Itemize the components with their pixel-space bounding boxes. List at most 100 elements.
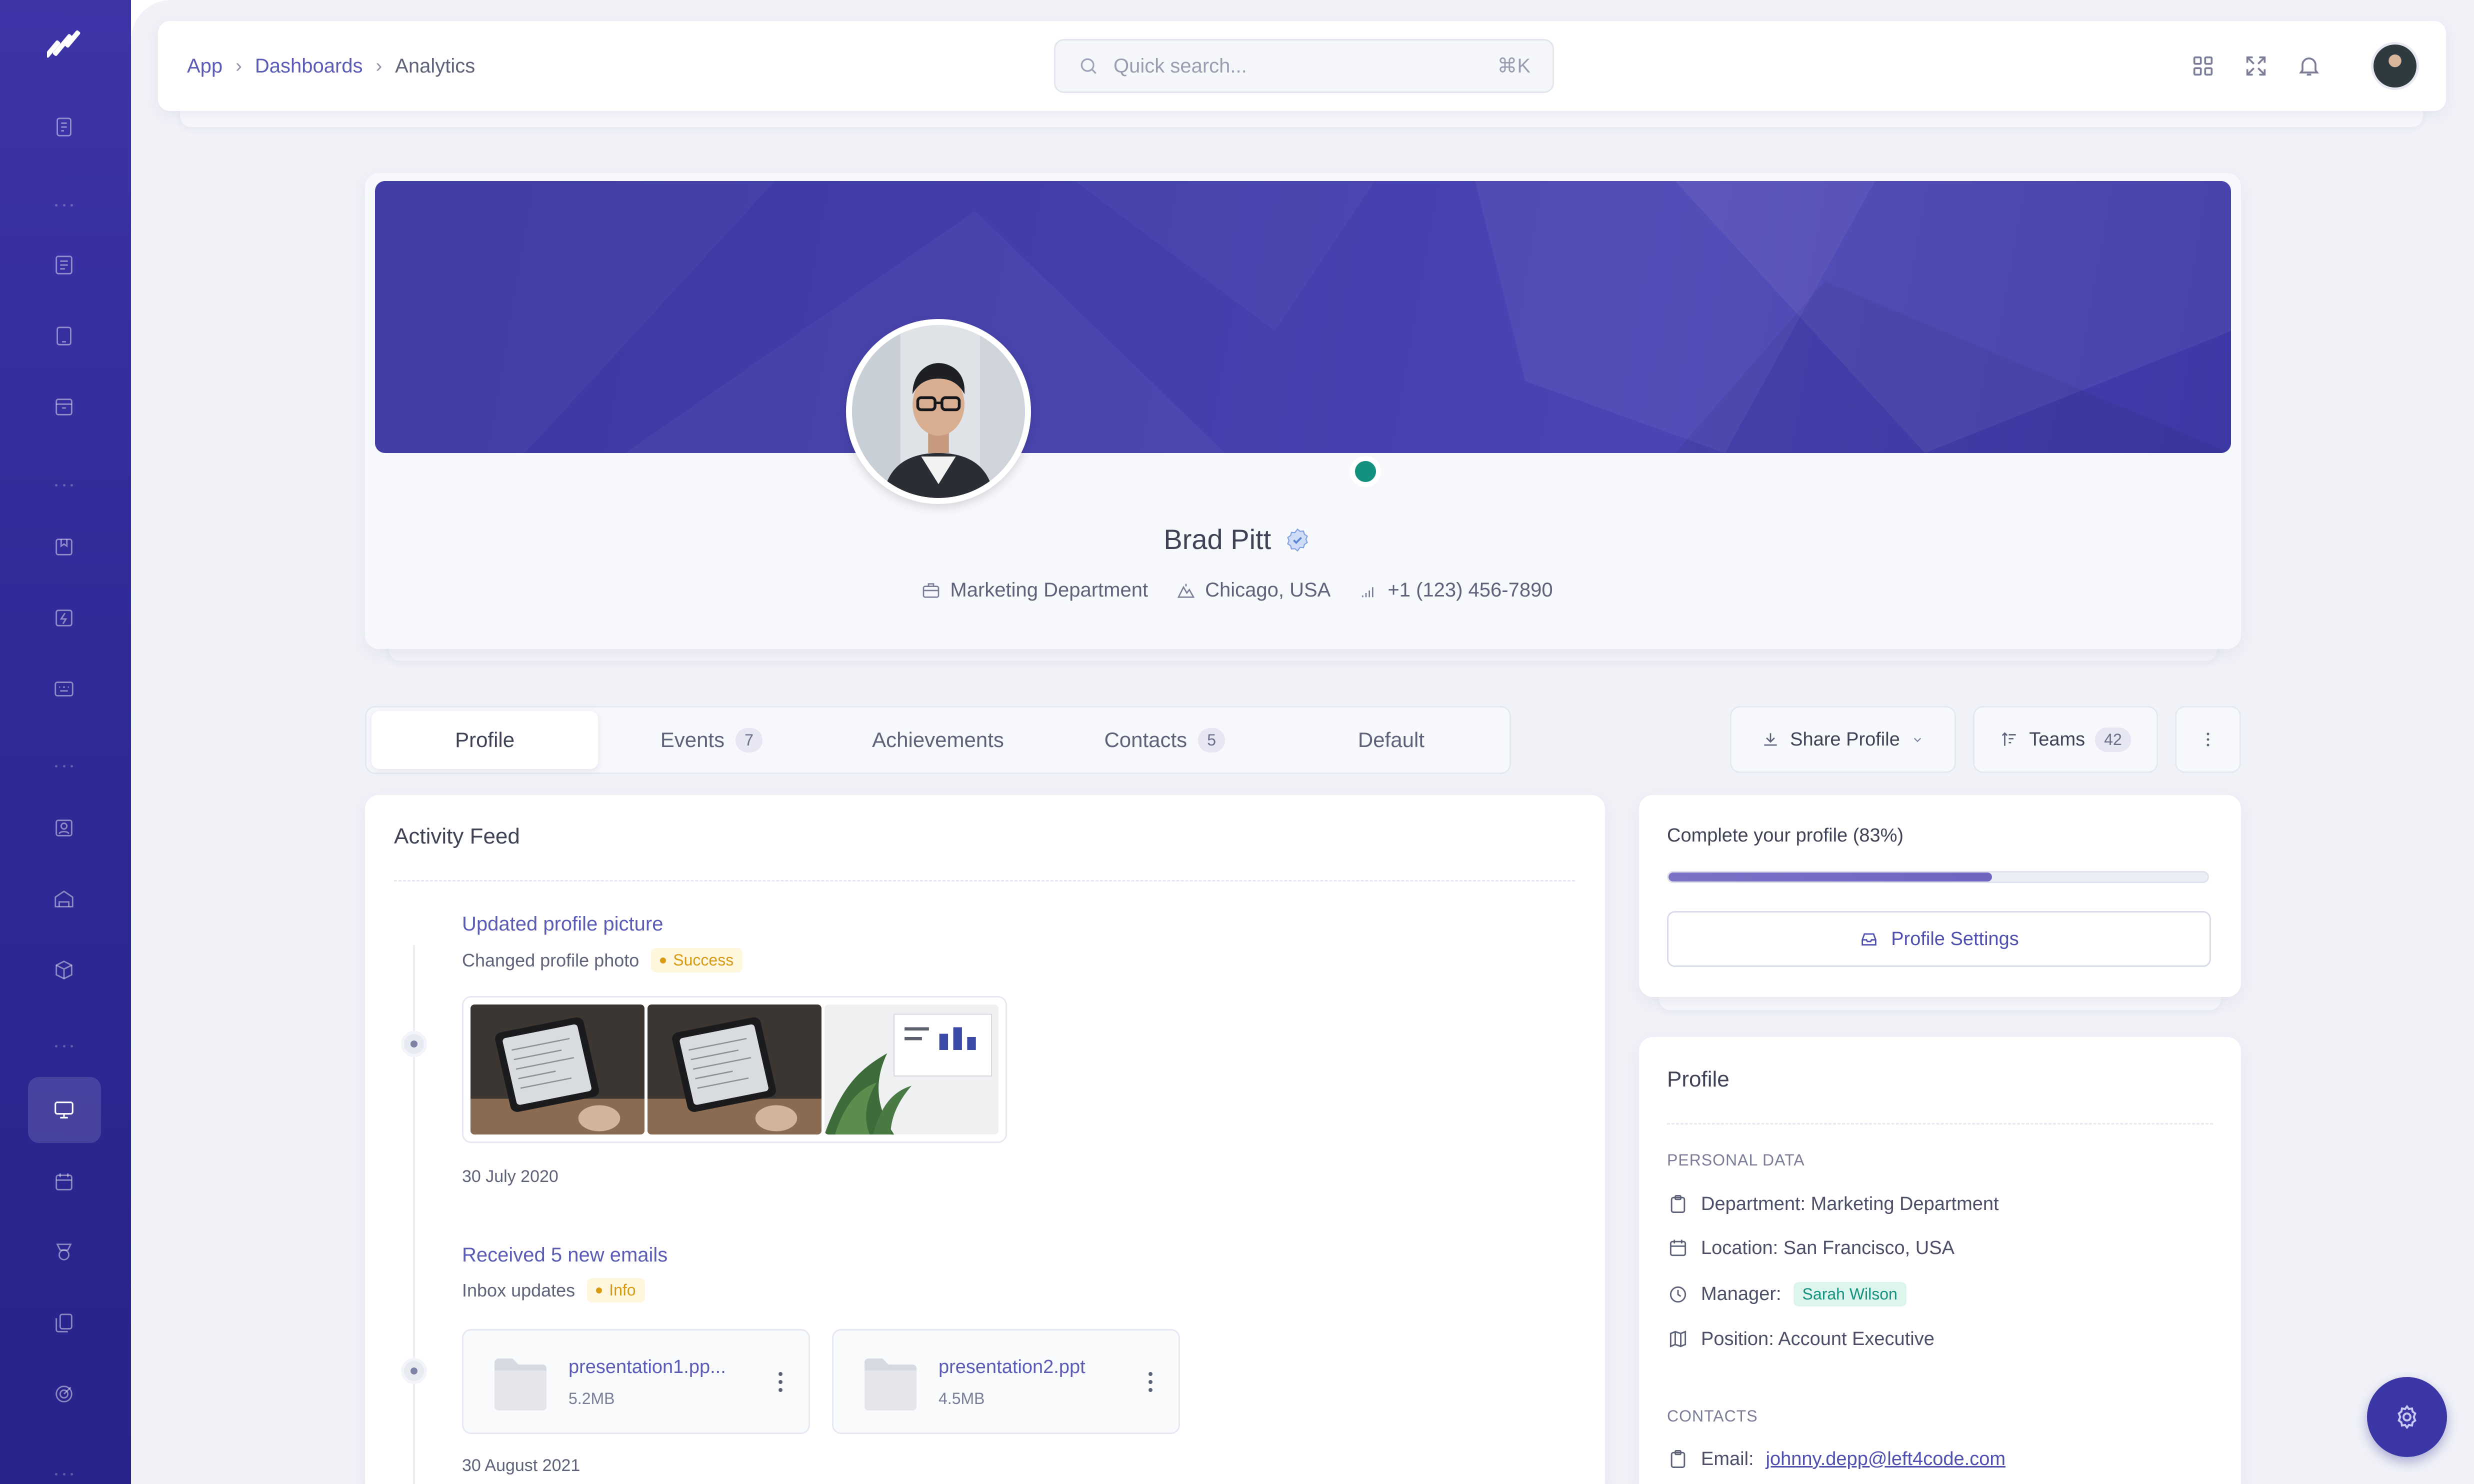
building-icon[interactable] xyxy=(50,885,78,913)
profile-settings-label: Profile Settings xyxy=(1891,928,2019,950)
settings-fab[interactable] xyxy=(2367,1377,2447,1457)
profile-location: Chicago, USA xyxy=(1176,579,1330,602)
event-date: 30 August 2021 xyxy=(462,1456,580,1475)
gallery-photo[interactable] xyxy=(470,1004,644,1134)
gear-icon xyxy=(2398,1404,2416,1430)
activity-feed-title: Activity Feed xyxy=(394,824,520,848)
lightning-icon[interactable] xyxy=(50,604,78,632)
tab-achievements-label: Achievements xyxy=(872,728,1004,752)
timeline-line xyxy=(413,945,415,1484)
search-icon xyxy=(1080,58,1096,74)
search-input[interactable]: Quick search... ⌘K xyxy=(1054,39,1554,93)
fullscreen-icon[interactable] xyxy=(2241,51,2271,81)
breadcrumb-analytics: Analytics xyxy=(395,54,476,77)
profile-department: Marketing Department xyxy=(921,579,1148,602)
timeline-dot xyxy=(401,1031,427,1057)
tab-profile-label: Profile xyxy=(455,728,515,752)
document-icon[interactable] xyxy=(50,251,78,279)
mountain-icon xyxy=(1177,584,1195,598)
file-attachment[interactable]: presentation2.ppt 4.5MB xyxy=(832,1329,1180,1434)
files-icon[interactable] xyxy=(50,1309,78,1337)
profile-settings-button[interactable]: Profile Settings xyxy=(1667,911,2211,967)
profile-name: Brad Pitt xyxy=(1164,524,1272,555)
package-icon[interactable] xyxy=(50,956,78,984)
profile-tabs: Profile Events 7 Achievements Contacts 5… xyxy=(365,706,1511,774)
sidebar-divider xyxy=(55,204,73,207)
more-options-button[interactable] xyxy=(2175,706,2241,773)
notification-bell-icon[interactable] xyxy=(2294,51,2324,81)
award-icon[interactable] xyxy=(50,1238,78,1266)
more-vertical-icon[interactable] xyxy=(1148,1370,1154,1394)
sidebar-divider xyxy=(55,1473,73,1476)
search-placeholder: Quick search... xyxy=(1114,54,1247,77)
profile-name-row: Brad Pitt xyxy=(0,523,2474,556)
personal-data-heading: PERSONAL DATA xyxy=(1667,1151,1805,1169)
map-icon xyxy=(1670,1330,1686,1348)
location-label: Location: xyxy=(1701,1237,1778,1258)
user-card-icon[interactable] xyxy=(50,814,78,842)
teams-label: Teams xyxy=(2029,728,2086,750)
tab-events[interactable]: Events 7 xyxy=(598,711,824,769)
breadcrumb-app[interactable]: App xyxy=(187,55,222,78)
file-attachment[interactable]: presentation1.pp... 5.2MB xyxy=(462,1329,810,1434)
profile-details-card: Profile PERSONAL DATA Department: Market… xyxy=(1639,1037,2241,1484)
clipboard-icon xyxy=(1670,1195,1686,1213)
event-title[interactable]: Received 5 new emails xyxy=(462,1244,668,1266)
calendar-icon[interactable] xyxy=(50,1168,78,1196)
photo-gallery xyxy=(462,996,1007,1143)
apps-grid-icon[interactable] xyxy=(2188,51,2218,81)
breadcrumb-dashboards[interactable]: Dashboards xyxy=(255,55,363,78)
tab-contacts[interactable]: Contacts 5 xyxy=(1052,711,1278,769)
keyboard-icon[interactable] xyxy=(50,675,78,703)
search-shortcut: ⌘K xyxy=(1497,55,1530,77)
sidebar-divider xyxy=(55,1045,73,1048)
profile-avatar[interactable] xyxy=(846,319,1031,504)
event-title[interactable]: Updated profile picture xyxy=(462,913,663,936)
profile-completion-card: Complete your profile (83%) Profile Sett… xyxy=(1639,795,2241,997)
tab-default[interactable]: Default xyxy=(1278,711,1504,769)
email-label: Email: xyxy=(1701,1448,1754,1470)
user-avatar[interactable] xyxy=(2371,42,2419,90)
calendar-icon xyxy=(1670,1240,1686,1256)
gallery-photo[interactable] xyxy=(824,1004,998,1134)
location-row: Location: San Francisco, USA xyxy=(1667,1237,1954,1259)
verified-badge-icon xyxy=(1286,528,1308,552)
file-size: 4.5MB xyxy=(938,1390,985,1408)
share-profile-button[interactable]: Share Profile xyxy=(1730,706,1956,773)
download-icon xyxy=(1764,733,1777,746)
more-vertical-icon[interactable] xyxy=(778,1370,784,1394)
breadcrumb: App › Dashboards › Analytics xyxy=(187,21,475,111)
tab-events-count: 7 xyxy=(736,728,762,752)
online-status-dot xyxy=(1350,456,1381,487)
manager-badge[interactable]: Sarah Wilson xyxy=(1793,1282,1906,1306)
tab-contacts-label: Contacts xyxy=(1104,728,1188,752)
teams-count: 42 xyxy=(2095,727,2131,752)
teams-button[interactable]: Teams 42 xyxy=(1973,706,2158,773)
logo-icon[interactable] xyxy=(44,29,82,61)
email-link[interactable]: johnny.depp@left4code.com xyxy=(1766,1448,2006,1470)
gallery-photo[interactable] xyxy=(648,1004,822,1134)
presentation-icon[interactable] xyxy=(50,1096,78,1124)
position-value: Account Executive xyxy=(1778,1328,1934,1350)
department-row: Department: Marketing Department xyxy=(1667,1193,1999,1215)
archive-icon[interactable] xyxy=(50,393,78,421)
profile-header-card xyxy=(365,173,2241,649)
tablet-icon[interactable] xyxy=(50,322,78,350)
sidebar xyxy=(0,0,131,1484)
profile-phone-text: +1 (123) 456-7890 xyxy=(1388,579,1553,601)
email-row: Email: johnny.depp@left4code.com xyxy=(1667,1448,2006,1470)
reports-icon[interactable] xyxy=(50,113,78,141)
profile-phone: +1 (123) 456-7890 xyxy=(1358,579,1553,602)
tab-default-label: Default xyxy=(1358,728,1424,752)
manager-label: Manager: xyxy=(1701,1284,1782,1304)
inbox-icon xyxy=(1862,933,1876,946)
target-icon[interactable] xyxy=(50,1380,78,1408)
completion-title: Complete your profile (83%) xyxy=(1667,825,1904,846)
timeline-dot xyxy=(401,1358,427,1384)
tab-achievements[interactable]: Achievements xyxy=(824,711,1051,769)
topbar: App › Dashboards › Analytics Quick searc… xyxy=(158,21,2446,111)
event-subtitle: Changed profile photo Success xyxy=(462,948,743,972)
tab-profile[interactable]: Profile xyxy=(372,711,598,769)
profile-card-title: Profile xyxy=(1667,1067,1730,1092)
event-subtitle: Inbox updates Info xyxy=(462,1278,645,1302)
